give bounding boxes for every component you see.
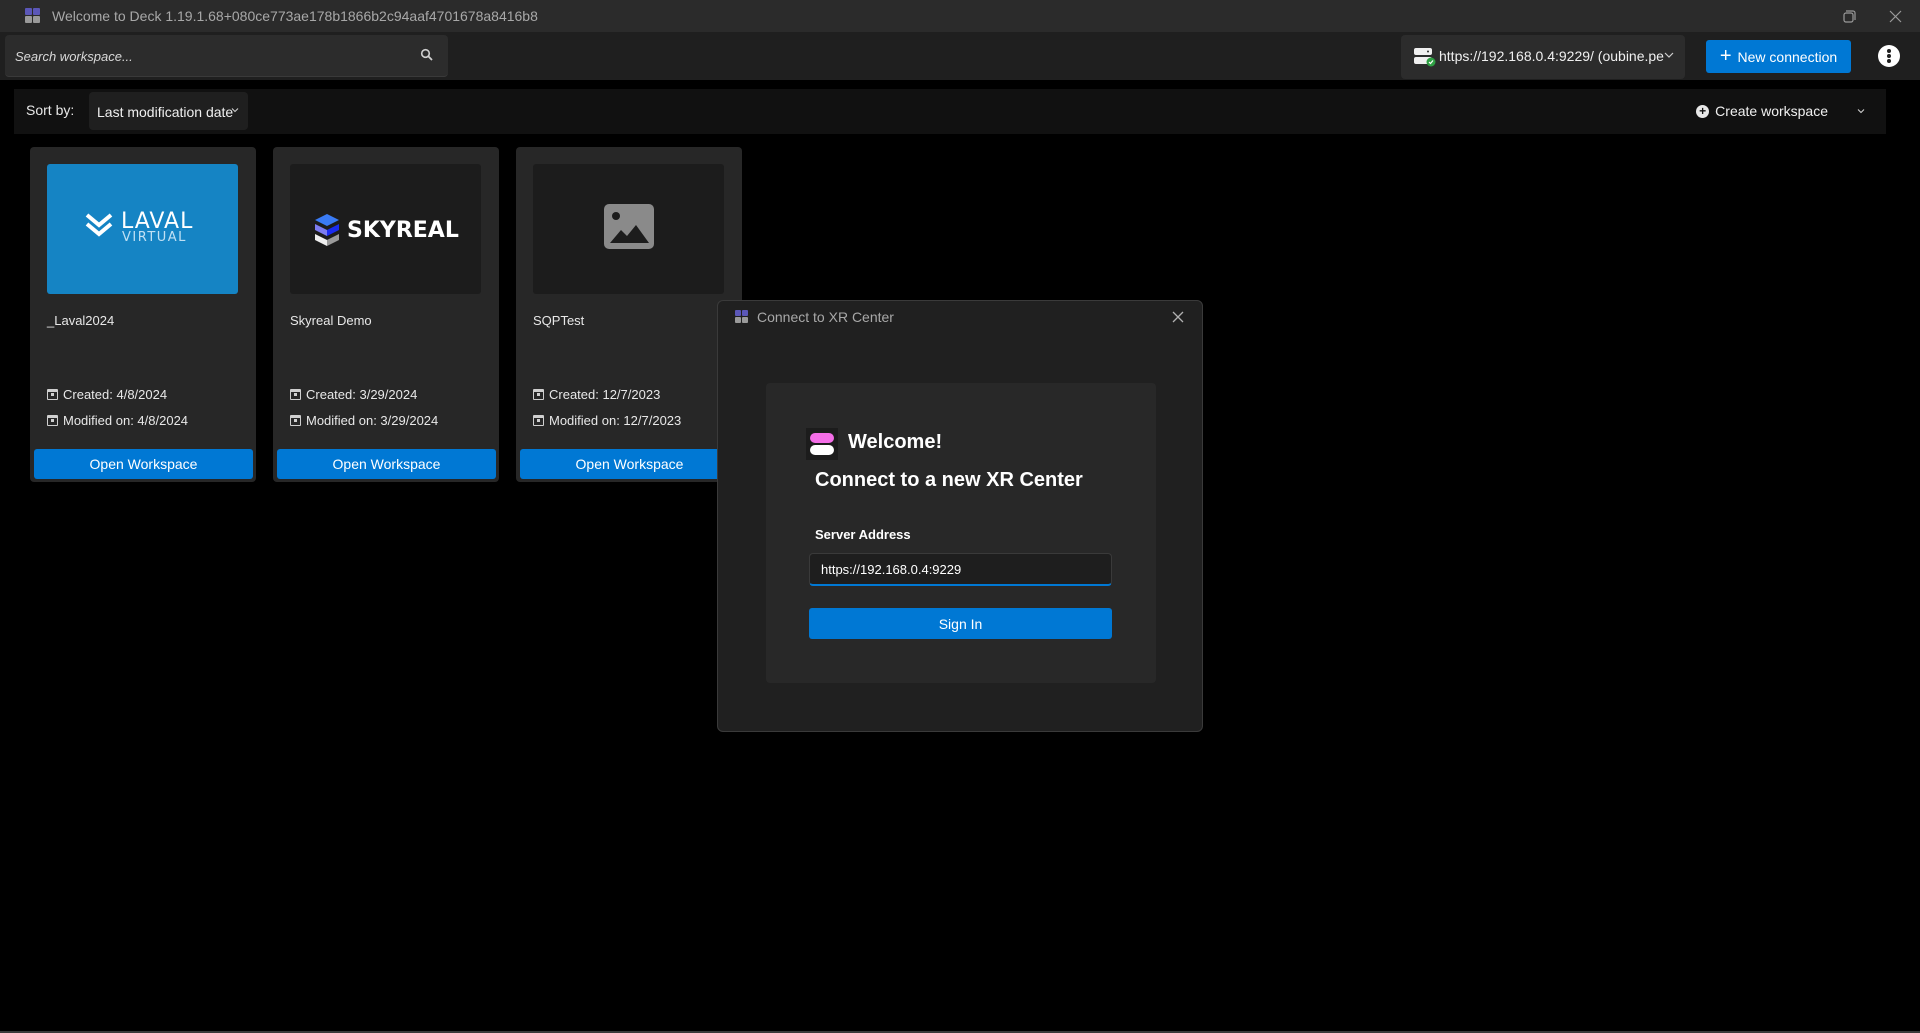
image-placeholder — [533, 164, 724, 294]
workspace-name: SQPTest — [533, 313, 585, 328]
created-date-text: Created: 4/8/2024 — [63, 387, 168, 402]
title-bar: Welcome to Deck 1.19.1.68+080ce773ae178b… — [0, 0, 1920, 32]
server-address-label: Server Address — [815, 527, 911, 542]
modified-date-text: Modified on: 3/29/2024 — [306, 413, 439, 428]
dialog-title: Connect to XR Center — [757, 309, 894, 325]
calendar-icon — [290, 415, 301, 426]
image-placeholder-icon — [604, 204, 654, 249]
virtual-text: VIRTUAL — [122, 230, 187, 245]
created-date: Created: 12/7/2023 — [533, 387, 660, 402]
new-connection-label: New connection — [1737, 48, 1838, 65]
close-window-button[interactable] — [1872, 0, 1918, 32]
calendar-icon — [533, 415, 544, 426]
sign-in-button[interactable]: Sign In — [809, 608, 1112, 639]
workspace-name: Skyreal Demo — [290, 313, 372, 328]
search-box[interactable] — [5, 35, 448, 77]
close-icon — [1889, 10, 1901, 22]
skyreal-text: SKYREAL — [347, 218, 459, 243]
connect-heading: Connect to a new XR Center — [815, 469, 1083, 491]
created-date-text: Created: 3/29/2024 — [306, 387, 418, 402]
chevron-down-icon — [231, 108, 239, 113]
sort-label: Sort by: — [26, 102, 75, 118]
workspace-card[interactable]: SQPTest Created: 12/7/2023 Modified on: … — [516, 147, 742, 482]
more-options-button[interactable] — [1878, 45, 1900, 67]
modified-date: Modified on: 4/8/2024 — [47, 413, 188, 428]
modified-date: Modified on: 3/29/2024 — [290, 413, 438, 428]
sort-bar: Sort by: Last modification date + Create… — [14, 89, 1886, 134]
chevron-down-icon — [1664, 52, 1674, 58]
restore-button[interactable] — [1826, 0, 1872, 32]
calendar-icon — [47, 389, 58, 400]
workspace-card[interactable]: LAVAL VIRTUAL _Laval2024 Created: 4/8/20… — [30, 147, 256, 482]
create-workspace-button[interactable]: + Create workspace — [1696, 93, 1866, 129]
laval-virtual-logo: LAVAL VIRTUAL — [47, 164, 238, 294]
add-circle-icon: + — [1696, 104, 1710, 118]
skyreal-logo: SKYREAL — [290, 164, 481, 294]
workspace-name: _Laval2024 — [47, 313, 115, 328]
chevron-down-icon[interactable] — [1856, 106, 1866, 116]
plus-icon: + — [1719, 44, 1732, 67]
workspace-card[interactable]: SKYREAL Skyreal Demo Created: 3/29/2024 … — [273, 147, 499, 482]
calendar-icon — [290, 389, 301, 400]
modified-date-text: Modified on: 4/8/2024 — [63, 413, 189, 428]
server-selector-label: https://192.168.0.4:9229/ (oubine.pe — [1439, 48, 1664, 64]
xr-center-logo-icon — [806, 428, 838, 460]
top-bar: https://192.168.0.4:9229/ (oubine.pe + N… — [0, 32, 1920, 80]
deck-app-icon — [25, 8, 41, 24]
server-connected-icon — [1414, 48, 1436, 67]
connect-panel: Welcome! Connect to a new XR Center Serv… — [766, 383, 1156, 683]
search-input[interactable] — [15, 35, 415, 77]
restore-icon — [1842, 9, 1856, 23]
open-workspace-button[interactable]: Open Workspace — [520, 449, 739, 479]
calendar-icon — [47, 415, 58, 426]
deck-app-icon — [735, 310, 749, 323]
open-workspace-button[interactable]: Open Workspace — [277, 449, 496, 479]
open-workspace-button[interactable]: Open Workspace — [34, 449, 253, 479]
created-date: Created: 3/29/2024 — [290, 387, 417, 402]
modified-date-text: Modified on: 12/7/2023 — [549, 413, 682, 428]
server-selector[interactable]: https://192.168.0.4:9229/ (oubine.pe — [1401, 35, 1685, 79]
sort-dropdown-value: Last modification date — [97, 104, 234, 120]
connect-dialog: Connect to XR Center Welcome! Connect to… — [717, 300, 1203, 732]
search-icon[interactable] — [420, 48, 434, 62]
create-workspace-label: Create workspace — [1715, 103, 1828, 119]
close-icon[interactable] — [1168, 307, 1188, 327]
calendar-icon — [533, 389, 544, 400]
server-address-input[interactable] — [809, 553, 1112, 586]
new-connection-button[interactable]: + New connection — [1706, 40, 1851, 73]
sort-dropdown[interactable]: Last modification date — [89, 92, 248, 130]
created-date: Created: 4/8/2024 — [47, 387, 167, 402]
modified-date: Modified on: 12/7/2023 — [533, 413, 681, 428]
created-date-text: Created: 12/7/2023 — [549, 387, 661, 402]
welcome-heading: Welcome! — [848, 431, 943, 453]
window-title: Welcome to Deck 1.19.1.68+080ce773ae178b… — [52, 8, 538, 24]
